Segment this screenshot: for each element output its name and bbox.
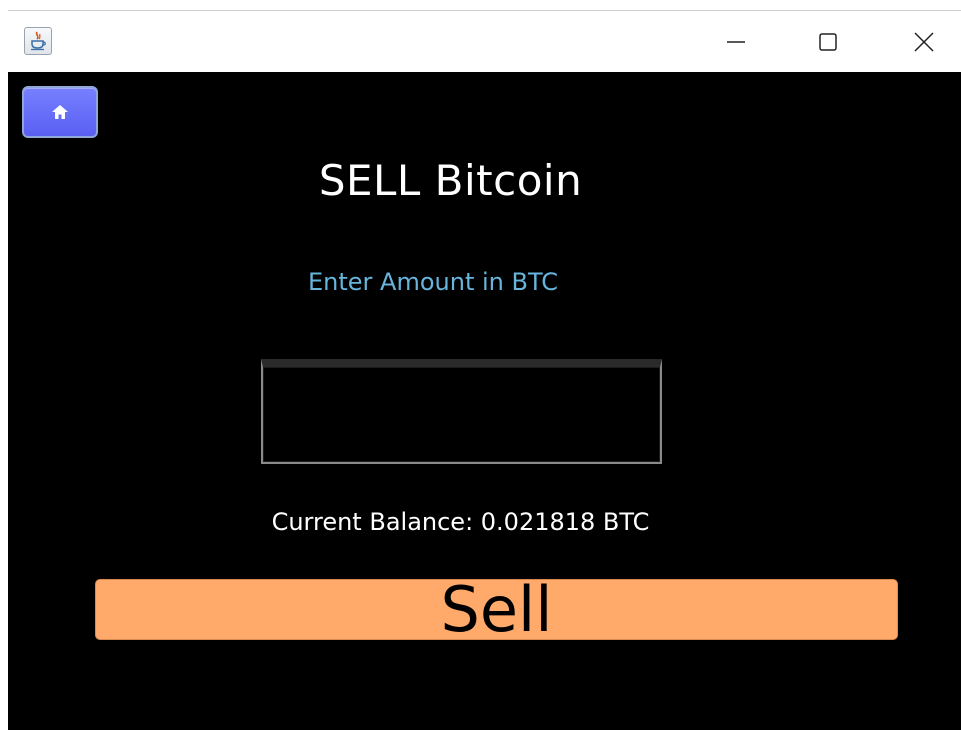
java-app-icon[interactable]: [24, 27, 52, 55]
page-title: SELL Bitcoin: [318, 156, 583, 205]
close-icon: [914, 32, 934, 52]
minimize-button[interactable]: [713, 19, 759, 65]
amount-label: Enter Amount in BTC: [308, 268, 558, 296]
minimize-icon: [727, 41, 745, 43]
maximize-icon: [819, 33, 837, 51]
title-bar: [8, 10, 961, 72]
amount-input[interactable]: [261, 359, 662, 464]
app-window: SELL Bitcoin Enter Amount in BTC Current…: [8, 10, 961, 730]
home-icon: [52, 105, 68, 119]
home-button[interactable]: [22, 86, 98, 138]
sell-button[interactable]: Sell: [95, 579, 898, 640]
close-button[interactable]: [901, 19, 947, 65]
current-balance: Current Balance: 0.021818 BTC: [271, 508, 650, 536]
maximize-button[interactable]: [805, 19, 851, 65]
